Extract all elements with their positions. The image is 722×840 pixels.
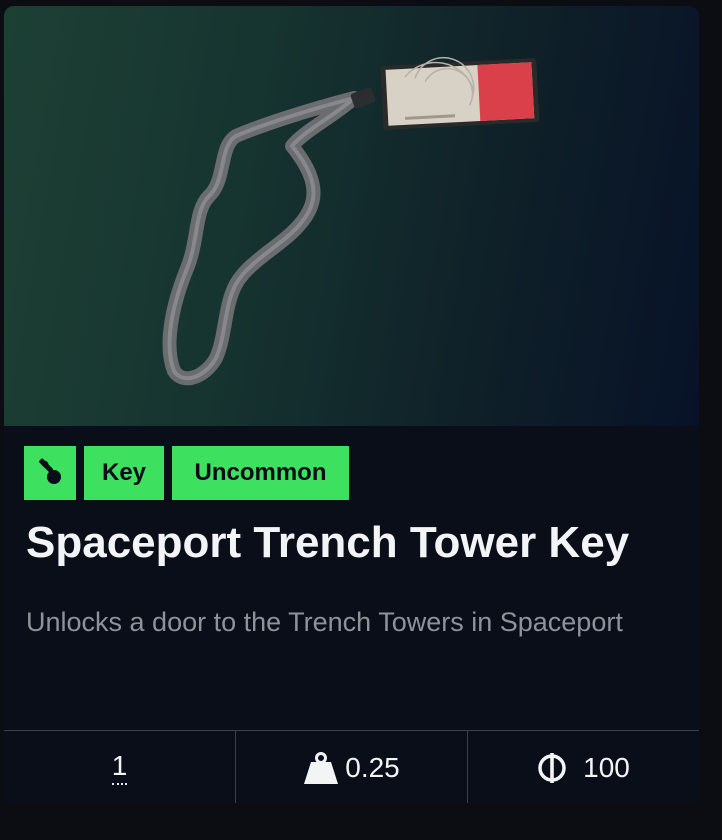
category-tag: [24, 446, 76, 500]
key-icon: [38, 458, 61, 484]
weight-stat: 0.25: [235, 731, 467, 803]
item-description: Unlocks a door to the Trench Towers in S…: [26, 607, 623, 637]
type-tag: Key: [84, 446, 164, 500]
item-card: Key Uncommon Spaceport Trench Tower Key …: [4, 6, 699, 803]
item-tags: Key Uncommon: [24, 446, 349, 500]
quantity-stat: 1: [4, 731, 235, 803]
item-image: [4, 6, 699, 426]
coin-icon: [538, 752, 566, 783]
weight-icon: [304, 751, 339, 784]
item-stats: 1 0.25 100: [4, 730, 699, 803]
rarity-tag: Uncommon: [172, 446, 349, 500]
item-name: Spaceport Trench Tower Key: [26, 518, 630, 567]
price-value: 100: [583, 751, 630, 783]
lanyard-keycard-image: [162, 57, 540, 386]
weight-value: 0.25: [345, 751, 400, 783]
price-stat: 100: [467, 731, 699, 803]
quantity-value[interactable]: 1: [111, 750, 128, 785]
